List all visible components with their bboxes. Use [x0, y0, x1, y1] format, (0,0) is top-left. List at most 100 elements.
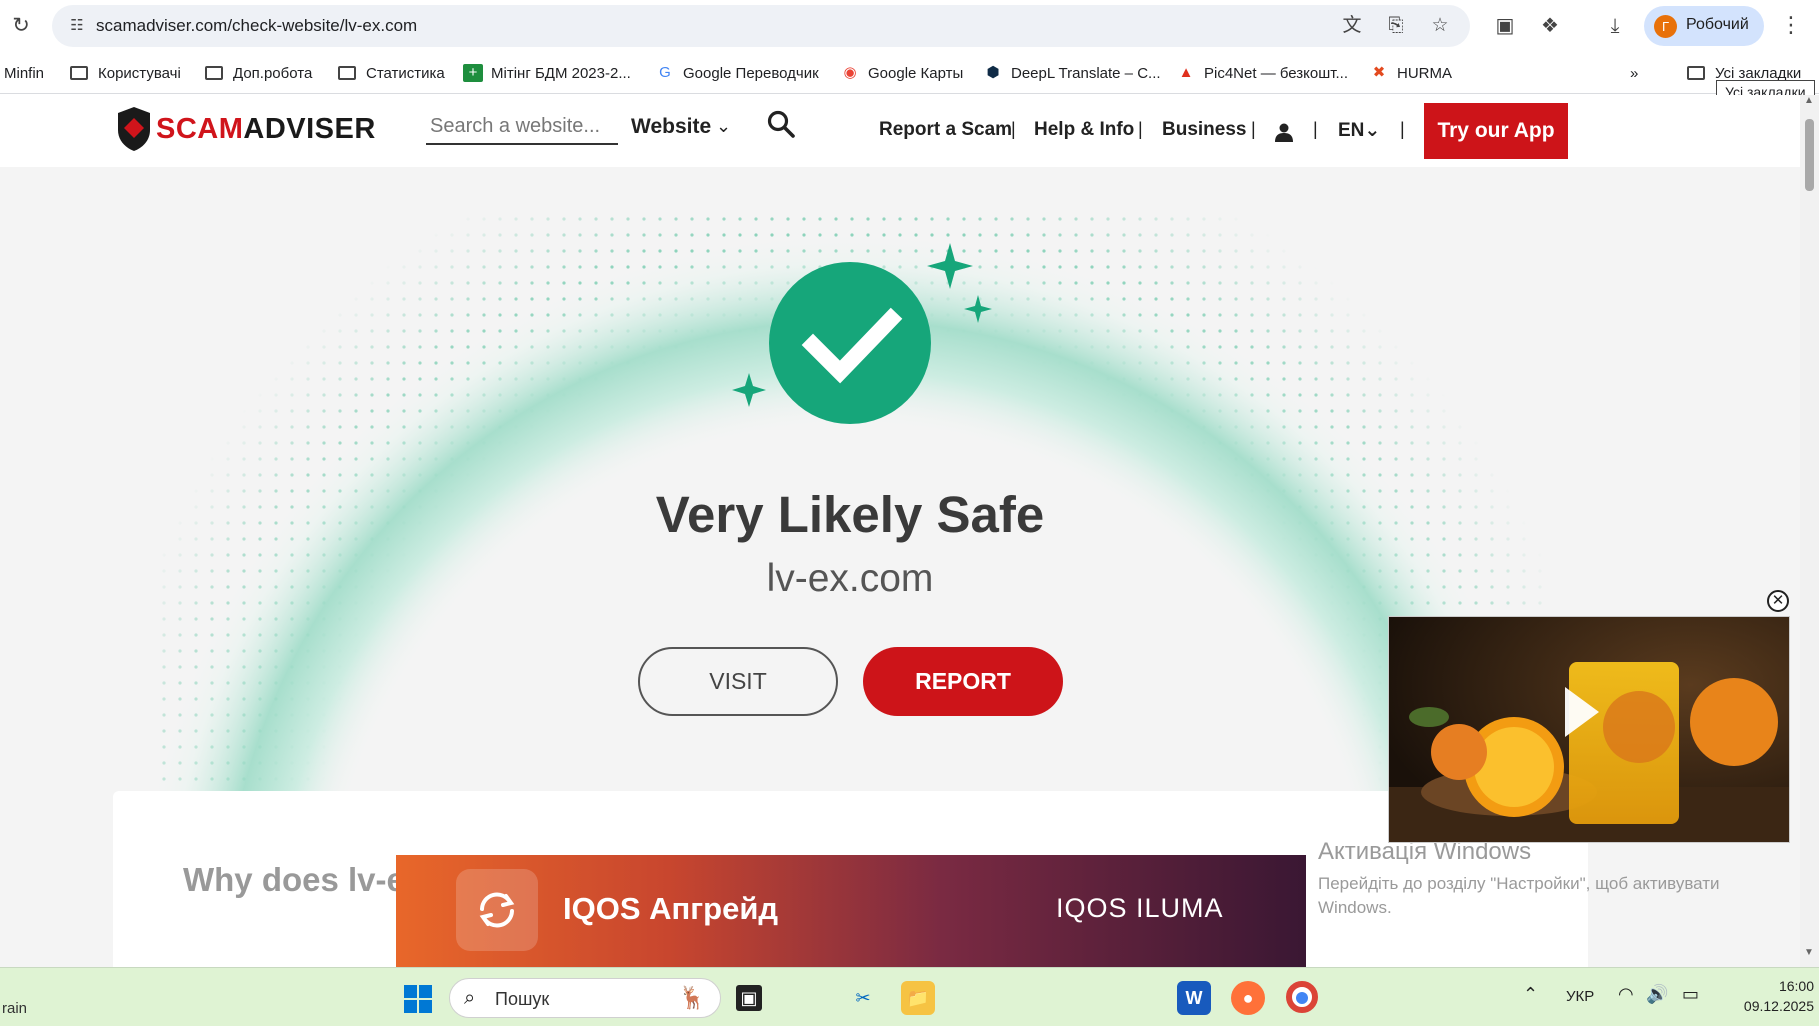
- language-selector[interactable]: EN⌄: [1338, 119, 1380, 142]
- menu-icon[interactable]: ⋮: [1780, 12, 1802, 38]
- report-button[interactable]: REPORT: [863, 647, 1063, 716]
- user-icon[interactable]: [1274, 122, 1294, 142]
- bookmark-folder-users[interactable]: Користувачі: [70, 62, 181, 84]
- sheets-icon: +: [463, 64, 483, 82]
- scroll-up-icon[interactable]: ▲: [1804, 95, 1814, 106]
- ad-brand: IQOS ILUMA: [1056, 893, 1224, 923]
- try-app-button[interactable]: Try our App: [1424, 103, 1568, 159]
- scamadviser-logo[interactable]: SCAMADVISER: [116, 105, 376, 153]
- sparkle-icon: [927, 243, 973, 289]
- taskbar-search-placeholder: Пошук: [495, 989, 550, 1009]
- activation-subtitle: Перейдіть до розділу "Настройки", щоб ак…: [1318, 874, 1720, 917]
- logo-text-adviser: ADVISER: [243, 112, 376, 145]
- bookmark-star-icon[interactable]: ☆: [1428, 14, 1452, 38]
- search-icon: ⌕: [464, 987, 476, 1009]
- folder-icon: [1687, 66, 1705, 80]
- nav-divider: |: [1011, 119, 1016, 139]
- wifi-icon[interactable]: ◠: [1618, 984, 1634, 1005]
- bookmark-folder-extra[interactable]: Доп.робота: [205, 62, 312, 84]
- search-input[interactable]: Search a website...: [426, 113, 618, 145]
- word-icon[interactable]: W: [1177, 981, 1211, 1015]
- scroll-thumb[interactable]: [1805, 119, 1814, 191]
- safe-check-icon: [732, 243, 992, 424]
- translate-icon: G: [659, 64, 671, 81]
- verdict-title: Very Likely Safe: [655, 486, 1045, 543]
- video-thumbnail: [1389, 617, 1789, 842]
- windows-taskbar: rain ⌕ Пошук 🦌 ▣ ✂ 📁 W ● ⌃ УКР ◠ 🔊 ▭ 16:…: [0, 967, 1819, 1026]
- checked-domain: lv-ex.com: [766, 557, 934, 600]
- sparkle-icon: [964, 295, 992, 323]
- task-view-icon[interactable]: ▣: [736, 985, 762, 1011]
- reload-icon[interactable]: ↻: [8, 13, 34, 39]
- bookmark-minfin[interactable]: Minfin: [4, 62, 44, 84]
- extensions-icon[interactable]: ❖: [1537, 13, 1563, 39]
- system-clock[interactable]: 16:00 09.12.2025: [1724, 976, 1814, 1016]
- translate-page-icon[interactable]: 文: [1340, 14, 1364, 38]
- folder-icon: [205, 66, 223, 80]
- snipping-tool-icon[interactable]: ✂: [846, 981, 880, 1015]
- clock-time: 16:00: [1778, 978, 1814, 994]
- why-heading: Why does lv-ex: [183, 861, 424, 898]
- bookmarks-bar: Minfin Користувачі Доп.робота Статистика…: [0, 52, 1819, 94]
- bookmark-hurma[interactable]: ✖ HURMA: [1369, 62, 1452, 84]
- ad-title: IQOS Апгрейд: [563, 891, 779, 926]
- scroll-down-icon[interactable]: ▼: [1804, 947, 1814, 958]
- page-content: SCAMADVISER Search a website... Website …: [0, 95, 1819, 967]
- scrollbar[interactable]: ▲ ▼: [1800, 95, 1819, 967]
- nav-divider: |: [1138, 119, 1143, 139]
- folder-icon: [338, 66, 356, 80]
- nav-divider: |: [1400, 119, 1405, 139]
- chrome-icon[interactable]: [1286, 981, 1318, 1013]
- taskbar-search[interactable]: ⌕ Пошук 🦌: [449, 978, 721, 1018]
- nav-help-info[interactable]: Help & Info: [1034, 119, 1134, 141]
- browser-toolbar: ↻ ☷ scamadviser.com/check-website/lv-ex.…: [0, 0, 1819, 52]
- visit-button[interactable]: VISIT: [638, 647, 838, 716]
- pic4net-icon: ▲: [1178, 64, 1194, 81]
- avatar: Г: [1654, 15, 1677, 38]
- site-info-icon[interactable]: ☷: [66, 15, 88, 37]
- file-explorer-icon[interactable]: 📁: [901, 981, 935, 1015]
- logo-text-scam: SCAM: [156, 112, 244, 145]
- camera-icon[interactable]: ▣: [1492, 13, 1518, 39]
- windows-activation-watermark: Активація Windows Перейдіть до розділу "…: [1318, 838, 1778, 920]
- input-language[interactable]: УКР: [1566, 988, 1594, 1005]
- url-text[interactable]: scamadviser.com/check-website/lv-ex.com: [96, 16, 417, 36]
- search-type-select[interactable]: Website: [631, 115, 711, 139]
- deepl-icon: ⬢: [986, 64, 1000, 81]
- refresh-logo-icon: [456, 869, 538, 951]
- search-icon[interactable]: [766, 109, 796, 139]
- maps-icon: ◉: [843, 64, 857, 81]
- bookmark-maps[interactable]: ◉ Google Карты: [840, 62, 963, 84]
- tray-chevron-up-icon[interactable]: ⌃: [1523, 984, 1538, 1005]
- chevron-down-icon: ⌄: [1364, 120, 1381, 141]
- bookmark-folder-stats[interactable]: Статистика: [338, 62, 445, 84]
- chevron-down-icon[interactable]: ⌄: [716, 116, 731, 137]
- profile-button[interactable]: Г Робочий: [1644, 6, 1764, 46]
- bookmark-meeting[interactable]: + Мітінг БДМ 2023-2...: [463, 62, 631, 84]
- video-player[interactable]: [1388, 616, 1790, 843]
- bookmark-pic4net[interactable]: ▲ Pic4Net — безкошт...: [1176, 62, 1348, 84]
- site-header: SCAMADVISER Search a website... Website …: [0, 95, 1800, 167]
- more-bookmarks-icon[interactable]: »: [1630, 62, 1638, 84]
- sparkle-icon: [732, 373, 766, 407]
- hurma-icon: ✖: [1372, 64, 1386, 81]
- install-app-icon[interactable]: ⎘: [1384, 14, 1408, 38]
- profile-name: Робочий: [1686, 16, 1749, 33]
- address-bar[interactable]: ☷ scamadviser.com/check-website/lv-ex.co…: [52, 5, 1470, 47]
- folder-icon: [70, 66, 88, 80]
- close-video-icon[interactable]: ✕: [1767, 590, 1789, 612]
- firefox-icon[interactable]: ●: [1231, 981, 1265, 1015]
- volume-icon[interactable]: 🔊: [1646, 984, 1668, 1005]
- download-icon[interactable]: ⤓: [1602, 13, 1628, 39]
- shield-logo-icon: [118, 107, 150, 151]
- nav-report-scam[interactable]: Report a Scam: [879, 119, 1012, 141]
- deer-icon: 🦌: [678, 985, 706, 1010]
- windows-start-icon[interactable]: [403, 984, 433, 1014]
- weather-widget[interactable]: rain: [2, 1000, 27, 1017]
- bookmark-deepl[interactable]: ⬢ DeepL Translate – C...: [983, 62, 1160, 84]
- battery-icon[interactable]: ▭: [1682, 984, 1699, 1005]
- nav-divider: |: [1251, 119, 1256, 139]
- nav-business[interactable]: Business: [1162, 119, 1246, 141]
- ad-banner[interactable]: IQOS Апгрейд IQOS ILUMA: [396, 855, 1306, 967]
- bookmark-translate[interactable]: G Google Переводчик: [655, 62, 819, 84]
